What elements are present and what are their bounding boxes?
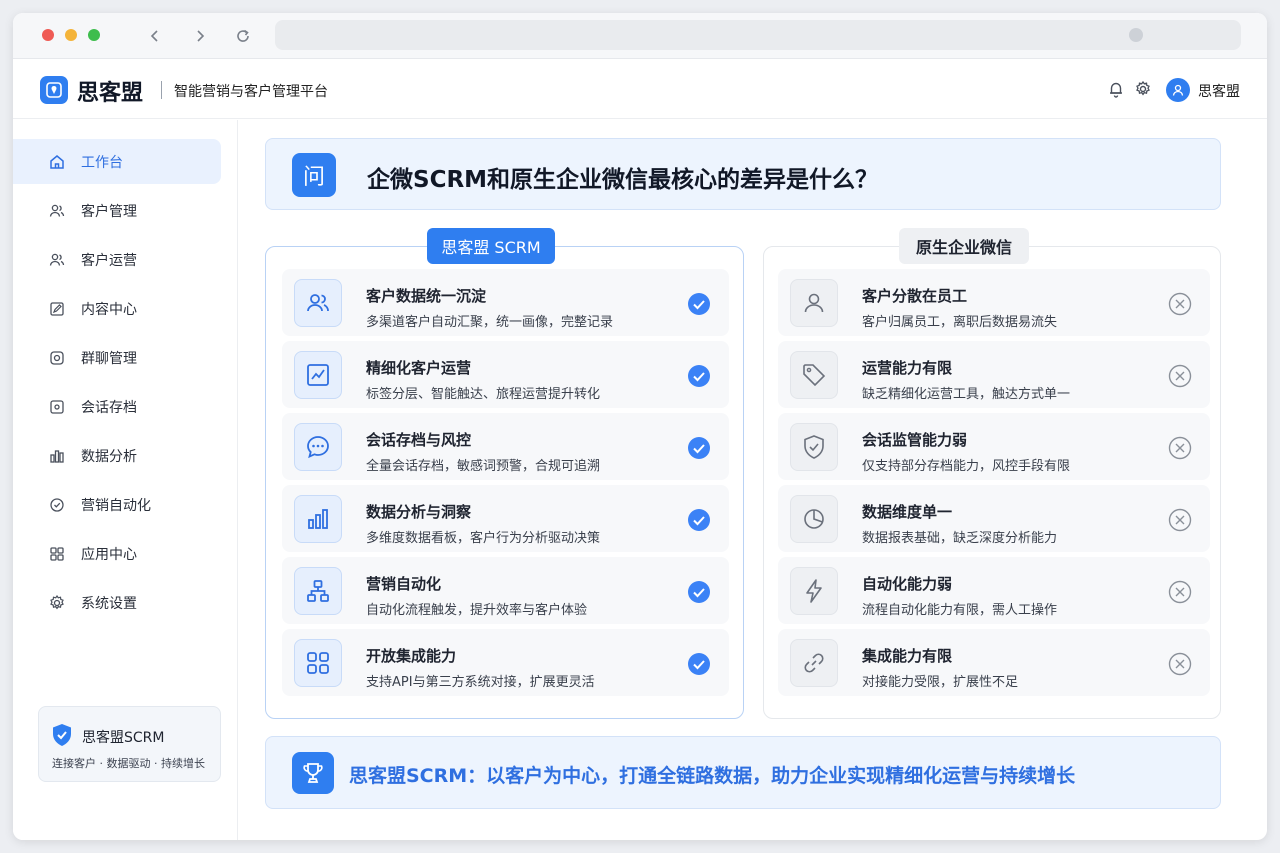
sidebar-item-content-center[interactable]: 内容中心 — [13, 286, 221, 331]
home-icon — [47, 152, 67, 172]
scrm-row: 数据分析与洞察 多维度数据看板，客户行为分析驱动决策 — [282, 485, 729, 552]
person-icon — [790, 279, 838, 327]
scrm-panel-title: 思客盟 SCRM — [427, 228, 555, 264]
edit-doc-icon — [47, 299, 67, 319]
link-icon — [790, 639, 838, 687]
cross-icon — [1168, 436, 1192, 460]
wecom-panel: 原生企业微信 客户分散在员工 客户归属员工，离职后数据易流失 运营能力有限 缺乏… — [763, 228, 1221, 719]
question-icon: 问 — [292, 153, 336, 197]
scrm-row: 会话存档与风控 全量会话存档，敏感词预警，合规可追溯 — [282, 413, 729, 480]
wecom-row: 客户分散在员工 客户归属员工，离职后数据易流失 — [778, 269, 1210, 336]
scrm-row: 精细化客户运营 标签分层、智能触达、旅程运营提升转化 — [282, 341, 729, 408]
user-group-icon — [47, 250, 67, 270]
cross-icon — [1168, 580, 1192, 604]
maximize-window-button[interactable] — [88, 29, 100, 41]
gear-icon[interactable] — [1131, 77, 1155, 101]
tag-icon — [790, 351, 838, 399]
app-header: 思客盟 智能营销与客户管理平台 思客盟 — [13, 59, 1267, 119]
logo-icon — [40, 76, 68, 104]
sidebar-card-title: 思客盟SCRM — [82, 730, 165, 746]
sidebar-item-system-settings[interactable]: 系统设置 — [13, 580, 221, 625]
users-icon — [47, 201, 67, 221]
scrm-panel: 思客盟 SCRM 客户数据统一沉淀 多渠道客户自动汇聚，统一画像，完整记录 精细… — [265, 228, 744, 719]
sidebar-item-data-analysis[interactable]: 数据分析 — [13, 433, 221, 478]
pie-chart-icon — [790, 495, 838, 543]
grid-icon — [47, 544, 67, 564]
trophy-icon — [292, 752, 334, 794]
archive-icon — [47, 397, 67, 417]
sidebar-item-workbench[interactable]: 工作台 — [13, 139, 221, 184]
sidebar-item-customer-operation[interactable]: 客户运营 — [13, 237, 221, 282]
question-card: 问 企微SCRM和原生企业微信最核心的差异是什么？ — [265, 138, 1221, 210]
check-icon — [687, 508, 711, 532]
wecom-panel-title: 原生企业微信 — [899, 228, 1029, 264]
flow-icon — [294, 567, 342, 615]
back-icon[interactable] — [142, 23, 168, 49]
sidebar: 工作台 客户管理 客户运营 内容中心 群聊管理 会话存档 数据分析 营销自动化 — [13, 120, 238, 840]
bell-icon[interactable] — [1104, 77, 1128, 101]
user-name[interactable]: 思客盟 — [1198, 81, 1240, 101]
sidebar-item-customer-management[interactable]: 客户管理 — [13, 188, 221, 233]
chat-group-icon — [47, 348, 67, 368]
chat-bubble-icon — [294, 423, 342, 471]
brand-subtitle: 智能营销与客户管理平台 — [174, 84, 328, 100]
avatar[interactable] — [1166, 78, 1190, 102]
cross-icon — [1168, 652, 1192, 676]
scrm-row: 营销自动化 自动化流程触发，提升效率与客户体验 — [282, 557, 729, 624]
scrm-row: 开放集成能力 支持API与第三方系统对接，扩展更灵活 — [282, 629, 729, 696]
trend-chart-icon — [294, 351, 342, 399]
question-text: 企微SCRM和原生企业微信最核心的差异是什么？ — [367, 167, 879, 193]
minimize-window-button[interactable] — [65, 29, 77, 41]
wecom-row: 自动化能力弱 流程自动化能力有限，需人工操作 — [778, 557, 1210, 624]
sidebar-card-subtitle: 连接客户 · 数据驱动 · 持续增长 — [52, 757, 205, 770]
brand-divider — [161, 81, 162, 99]
check-icon — [687, 292, 711, 316]
close-window-button[interactable] — [42, 29, 54, 41]
check-icon — [687, 364, 711, 388]
wecom-row: 集成能力有限 对接能力受限，扩展性不足 — [778, 629, 1210, 696]
wecom-row: 数据维度单一 数据报表基础，缺乏深度分析能力 — [778, 485, 1210, 552]
lightning-icon — [790, 567, 838, 615]
gear-icon — [47, 593, 67, 613]
cross-icon — [1168, 364, 1192, 388]
sidebar-item-session-archive[interactable]: 会话存档 — [13, 384, 221, 429]
check-icon — [687, 652, 711, 676]
shield-icon — [51, 723, 73, 751]
bar-chart-icon — [294, 495, 342, 543]
browser-window: 思客盟 智能营销与客户管理平台 思客盟 工作台 客户管理 客户运营 内容中心 群… — [13, 13, 1267, 840]
check-icon — [687, 436, 711, 460]
shield-icon — [790, 423, 838, 471]
reload-icon[interactable] — [230, 23, 256, 49]
sidebar-item-marketing-automation[interactable]: 营销自动化 — [13, 482, 221, 527]
scrm-row: 客户数据统一沉淀 多渠道客户自动汇聚，统一画像，完整记录 — [282, 269, 729, 336]
sidebar-item-app-center[interactable]: 应用中心 — [13, 531, 221, 576]
brand-name: 思客盟 — [77, 81, 144, 106]
wecom-row: 运营能力有限 缺乏精细化运营工具，触达方式单一 — [778, 341, 1210, 408]
users-icon — [294, 279, 342, 327]
address-bar-indicator-icon — [1129, 28, 1143, 42]
cross-icon — [1168, 292, 1192, 316]
check-shield-icon — [47, 495, 67, 515]
address-bar[interactable] — [275, 20, 1241, 50]
sidebar-item-group-chat[interactable]: 群聊管理 — [13, 335, 221, 380]
cross-icon — [1168, 508, 1192, 532]
browser-chrome — [13, 13, 1267, 59]
forward-icon[interactable] — [187, 23, 213, 49]
apps-grid-icon — [294, 639, 342, 687]
bar-chart-icon — [47, 446, 67, 466]
sidebar-brand-card: 思客盟SCRM 连接客户 · 数据驱动 · 持续增长 — [38, 706, 221, 782]
check-icon — [687, 580, 711, 604]
wecom-row: 会话监管能力弱 仅支持部分存档能力，风控手段有限 — [778, 413, 1210, 480]
summary-banner: 思客盟SCRM：以客户为中心，打通全链路数据，助力企业实现精细化运营与持续增长 — [265, 736, 1221, 809]
summary-text: 思客盟SCRM：以客户为中心，打通全链路数据，助力企业实现精细化运营与持续增长 — [349, 765, 1076, 787]
